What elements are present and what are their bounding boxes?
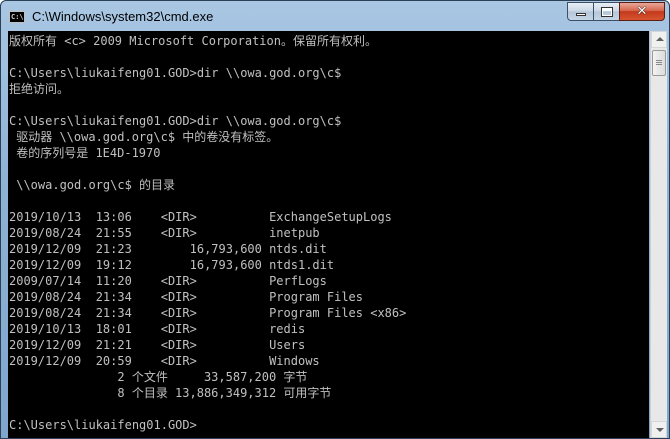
console-line: C:\Users\liukaifeng01.GOD>dir \\owa.god.… xyxy=(9,66,342,80)
cmd-window: C:\ C:\Windows\system32\cmd.exe ✕ 版权所有 <… xyxy=(0,0,670,439)
console-text: 版权所有 <c> 2009 Microsoft Corporation。保留所有… xyxy=(8,31,649,433)
console-line: 卷的序列号是 1E4D-1970 xyxy=(9,146,161,160)
console-output[interactable]: 版权所有 <c> 2009 Microsoft Corporation。保留所有… xyxy=(8,31,649,438)
vertical-scrollbar[interactable] xyxy=(650,31,667,438)
window-title: C:\Windows\system32\cmd.exe xyxy=(32,9,214,24)
console-line: \\owa.god.org\c$ 的目录 xyxy=(9,178,176,192)
console-line: 2019/12/09 20:59 <DIR> Windows xyxy=(9,354,320,368)
console-line: 2019/10/13 13:06 <DIR> ExchangeSetupLogs xyxy=(9,210,392,224)
scroll-down-button[interactable] xyxy=(651,421,667,438)
console-line: 2019/08/24 21:34 <DIR> Program Files xyxy=(9,290,364,304)
console-line: C:\Users\liukaifeng01.GOD> xyxy=(9,418,197,432)
minimize-icon xyxy=(576,13,586,16)
maximize-button[interactable] xyxy=(593,2,620,21)
title-bar[interactable]: C:\ C:\Windows\system32\cmd.exe ✕ xyxy=(1,1,669,31)
console-line: 2019/12/09 21:21 <DIR> Users xyxy=(9,338,306,352)
thumb-grip xyxy=(656,60,662,61)
console-line: 8 个目录 13,886,349,312 可用字节 xyxy=(9,386,332,400)
console-line: C:\Users\liukaifeng01.GOD>dir \\owa.god.… xyxy=(9,114,342,128)
thumb-grip xyxy=(656,64,662,65)
console-line: 2019/12/09 19:12 16,793,600 ntds1.dit xyxy=(9,258,335,272)
minimize-button[interactable] xyxy=(567,2,594,21)
console-line: 2 个文件 33,587,200 字节 xyxy=(9,370,308,384)
close-button[interactable]: ✕ xyxy=(619,2,665,21)
maximize-icon xyxy=(601,7,613,17)
close-icon: ✕ xyxy=(636,4,648,19)
scroll-up-button[interactable] xyxy=(651,31,667,48)
console-line: 版权所有 <c> 2009 Microsoft Corporation。保留所有… xyxy=(9,34,377,48)
thumb-grip xyxy=(656,62,662,63)
scrollbar-thumb[interactable] xyxy=(652,50,666,76)
console-line: 2009/07/14 11:20 <DIR> PerfLogs xyxy=(9,274,327,288)
console-line: 2019/10/13 18:01 <DIR> redis xyxy=(9,322,306,336)
cmd-icon[interactable]: C:\ xyxy=(9,11,25,23)
console-line: 拒绝访问。 xyxy=(9,82,70,96)
scroll-up-arrow-icon xyxy=(656,37,664,41)
scroll-down-arrow-icon xyxy=(656,428,664,432)
console-line: 2019/12/09 21:23 16,793,600 ntds.dit xyxy=(9,242,327,256)
console-line: 2019/08/24 21:34 <DIR> Program Files <x8… xyxy=(9,306,407,320)
console-line: 2019/08/24 21:55 <DIR> inetpub xyxy=(9,226,320,240)
console-line: 驱动器 \\owa.god.org\c$ 中的卷没有标签。 xyxy=(9,130,279,144)
